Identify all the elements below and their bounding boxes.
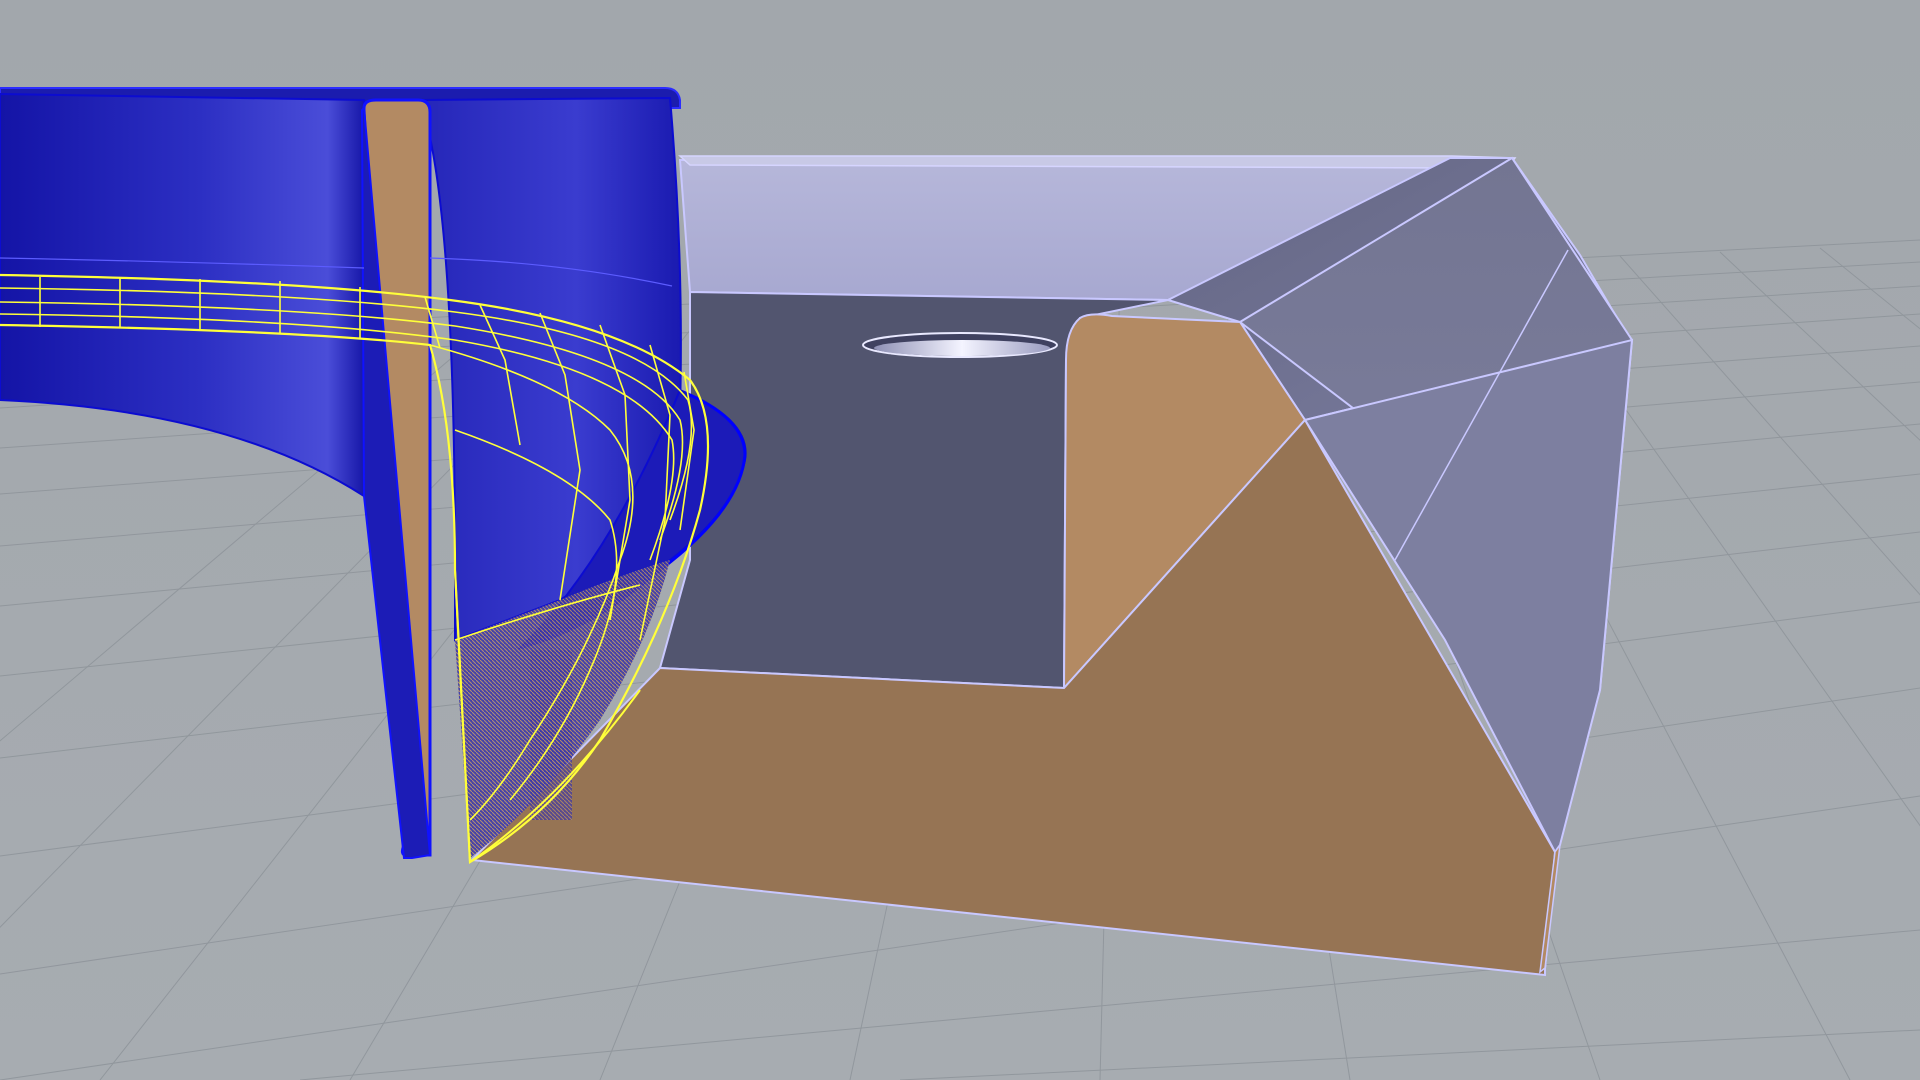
viewport-canvas[interactable] [0, 0, 1920, 1080]
through-hole[interactable] [862, 332, 1058, 358]
tray-rim-top[interactable] [678, 155, 1517, 169]
3d-perspective-viewport[interactable] [0, 0, 1920, 1080]
